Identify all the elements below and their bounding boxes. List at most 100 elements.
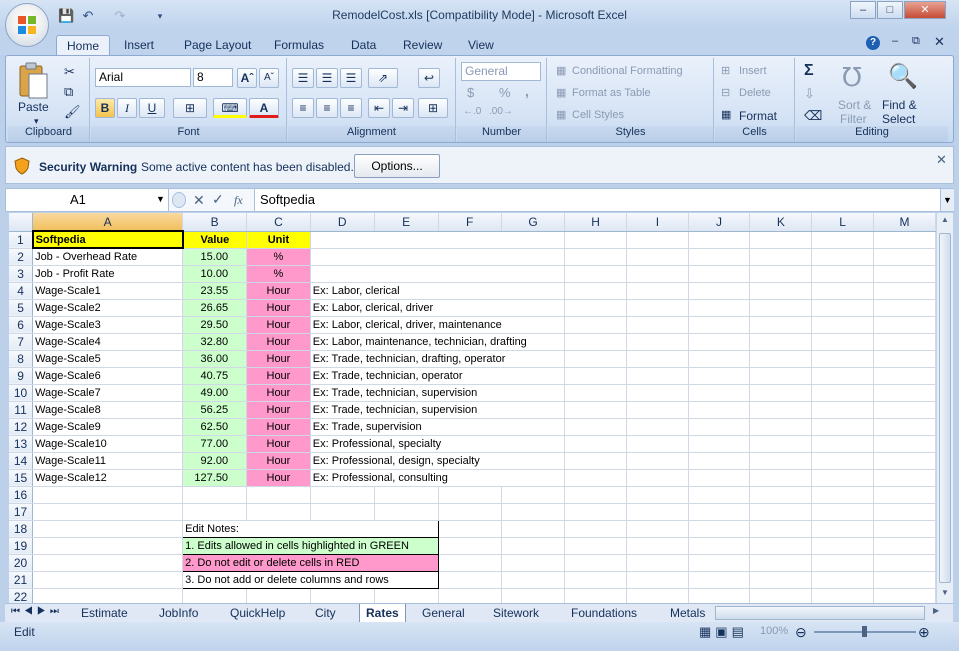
cancel-entry-icon[interactable]: ✕ bbox=[193, 192, 205, 209]
empty-cell[interactable] bbox=[749, 469, 813, 487]
empty-cell[interactable] bbox=[811, 486, 874, 504]
cell-b[interactable]: Value bbox=[182, 231, 248, 249]
empty-cell[interactable] bbox=[626, 469, 689, 487]
increase-indent-icon[interactable]: ⇥ bbox=[392, 98, 414, 118]
row-header[interactable]: 17 bbox=[9, 503, 34, 521]
row-header[interactable]: 15 bbox=[9, 469, 34, 487]
cell-d[interactable]: Ex: Professional, consulting bbox=[310, 469, 566, 487]
cell-a[interactable]: Wage-Scale6 bbox=[32, 367, 184, 385]
row-header[interactable]: 16 bbox=[9, 486, 34, 504]
column-header-b[interactable]: B bbox=[182, 213, 248, 232]
minimize-button[interactable]: – bbox=[850, 1, 876, 19]
empty-cell[interactable] bbox=[749, 333, 813, 351]
empty-cell[interactable] bbox=[564, 554, 628, 572]
empty-cell[interactable] bbox=[749, 452, 813, 470]
row-header[interactable]: 1 bbox=[9, 231, 34, 249]
sheet-tab-general[interactable]: General bbox=[416, 604, 471, 623]
sheet-tab-city[interactable]: City bbox=[309, 604, 342, 623]
empty-cell[interactable] bbox=[749, 248, 813, 266]
cell-a[interactable] bbox=[32, 503, 184, 521]
cell-b[interactable]: 15.00 bbox=[182, 248, 248, 266]
cell-b[interactable]: 32.80 bbox=[182, 333, 248, 351]
row-header[interactable]: 2 bbox=[9, 248, 34, 266]
empty-cell[interactable] bbox=[811, 520, 874, 538]
cell-a[interactable]: Wage-Scale12 bbox=[32, 469, 184, 487]
empty-cell[interactable] bbox=[564, 299, 628, 317]
empty-cell[interactable] bbox=[688, 520, 751, 538]
empty-cell[interactable] bbox=[811, 333, 874, 351]
cell-a[interactable]: Job - Profit Rate bbox=[32, 265, 184, 283]
empty-cell[interactable] bbox=[564, 503, 628, 521]
empty-cell[interactable] bbox=[811, 435, 874, 453]
empty-cell[interactable] bbox=[811, 537, 874, 555]
cell-d[interactable] bbox=[310, 265, 566, 283]
merge-center-icon[interactable]: ⊞ bbox=[418, 98, 448, 118]
cell-c[interactable]: Unit bbox=[246, 231, 311, 249]
empty-cell[interactable] bbox=[564, 469, 628, 487]
empty-cell[interactable] bbox=[873, 265, 936, 283]
cell-c[interactable]: Hour bbox=[246, 469, 311, 487]
empty-cell[interactable] bbox=[749, 571, 813, 589]
tab-insert[interactable]: Insert bbox=[114, 35, 164, 55]
empty-cell[interactable] bbox=[310, 486, 375, 504]
empty-cell[interactable] bbox=[873, 486, 936, 504]
empty-cell[interactable] bbox=[626, 418, 689, 436]
cell-c[interactable]: Hour bbox=[246, 435, 311, 453]
cell-b[interactable]: 92.00 bbox=[182, 452, 248, 470]
row-header[interactable]: 21 bbox=[9, 571, 34, 589]
align-left-icon[interactable]: ≡ bbox=[292, 98, 314, 118]
currency-button[interactable]: $ bbox=[467, 85, 474, 100]
grow-font-icon[interactable]: Aˆ bbox=[237, 68, 257, 88]
scroll-right-icon[interactable]: ▶ bbox=[933, 606, 939, 615]
empty-cell[interactable] bbox=[564, 367, 628, 385]
empty-cell[interactable] bbox=[873, 231, 936, 249]
shrink-font-icon[interactable]: Aˇ bbox=[259, 68, 279, 88]
row-header[interactable]: 18 bbox=[9, 520, 34, 538]
bold-button[interactable]: B bbox=[95, 98, 115, 118]
tab-view[interactable]: View bbox=[458, 35, 504, 55]
sheet-tab-sitework[interactable]: Sitework bbox=[487, 604, 545, 623]
empty-cell[interactable] bbox=[688, 265, 751, 283]
empty-cell[interactable] bbox=[626, 452, 689, 470]
cell-d[interactable]: Ex: Professional, specialty bbox=[310, 435, 566, 453]
empty-cell[interactable] bbox=[438, 537, 502, 555]
empty-cell[interactable] bbox=[749, 503, 813, 521]
clear-icon[interactable]: ⌫ bbox=[804, 108, 822, 124]
formula-bar-splitter[interactable] bbox=[172, 192, 186, 208]
cell-c[interactable]: Hour bbox=[246, 282, 311, 300]
tab-page-layout[interactable]: Page Layout bbox=[174, 35, 261, 55]
row-header[interactable]: 22 bbox=[9, 588, 34, 603]
empty-cell[interactable] bbox=[873, 384, 936, 402]
empty-cell[interactable] bbox=[626, 367, 689, 385]
format-as-table-button[interactable]: Format as Table bbox=[572, 87, 651, 99]
column-header-j[interactable]: J bbox=[688, 213, 751, 232]
italic-button[interactable]: I bbox=[117, 98, 137, 118]
cell-a[interactable]: Wage-Scale1 bbox=[32, 282, 184, 300]
empty-cell[interactable] bbox=[246, 486, 311, 504]
decrease-decimal-icon[interactable]: .00→ bbox=[489, 106, 513, 117]
sort-filter-label-2[interactable]: Filter bbox=[840, 112, 867, 126]
cell-a[interactable]: Wage-Scale7 bbox=[32, 384, 184, 402]
empty-cell[interactable] bbox=[749, 520, 813, 538]
cell-b[interactable]: 127.50 bbox=[182, 469, 248, 487]
vertical-scroll-thumb[interactable] bbox=[939, 233, 951, 583]
cell-b[interactable]: 29.50 bbox=[182, 316, 248, 334]
empty-cell[interactable] bbox=[873, 299, 936, 317]
security-options-button[interactable]: Options... bbox=[354, 154, 440, 178]
empty-cell[interactable] bbox=[749, 486, 813, 504]
cell-d[interactable]: Ex: Professional, design, specialty bbox=[310, 452, 566, 470]
edit-note[interactable]: 1. Edits allowed in cells highlighted in… bbox=[182, 536, 439, 555]
doc-restore-icon[interactable]: ⧉ bbox=[912, 35, 920, 48]
name-box[interactable]: A1 bbox=[6, 189, 169, 211]
cell-d[interactable]: Ex: Trade, technician, operator bbox=[310, 367, 566, 385]
empty-cell[interactable] bbox=[688, 435, 751, 453]
empty-cell[interactable] bbox=[873, 452, 936, 470]
cell-d[interactable]: Ex: Trade, technician, supervision bbox=[310, 401, 566, 419]
cell-a[interactable] bbox=[32, 554, 184, 572]
empty-cell[interactable] bbox=[811, 316, 874, 334]
empty-cell[interactable] bbox=[626, 265, 689, 283]
horizontal-scrollbar[interactable] bbox=[715, 606, 925, 620]
column-header-c[interactable]: C bbox=[246, 213, 311, 232]
cell-a[interactable] bbox=[32, 520, 184, 538]
cell-c[interactable]: Hour bbox=[246, 401, 311, 419]
